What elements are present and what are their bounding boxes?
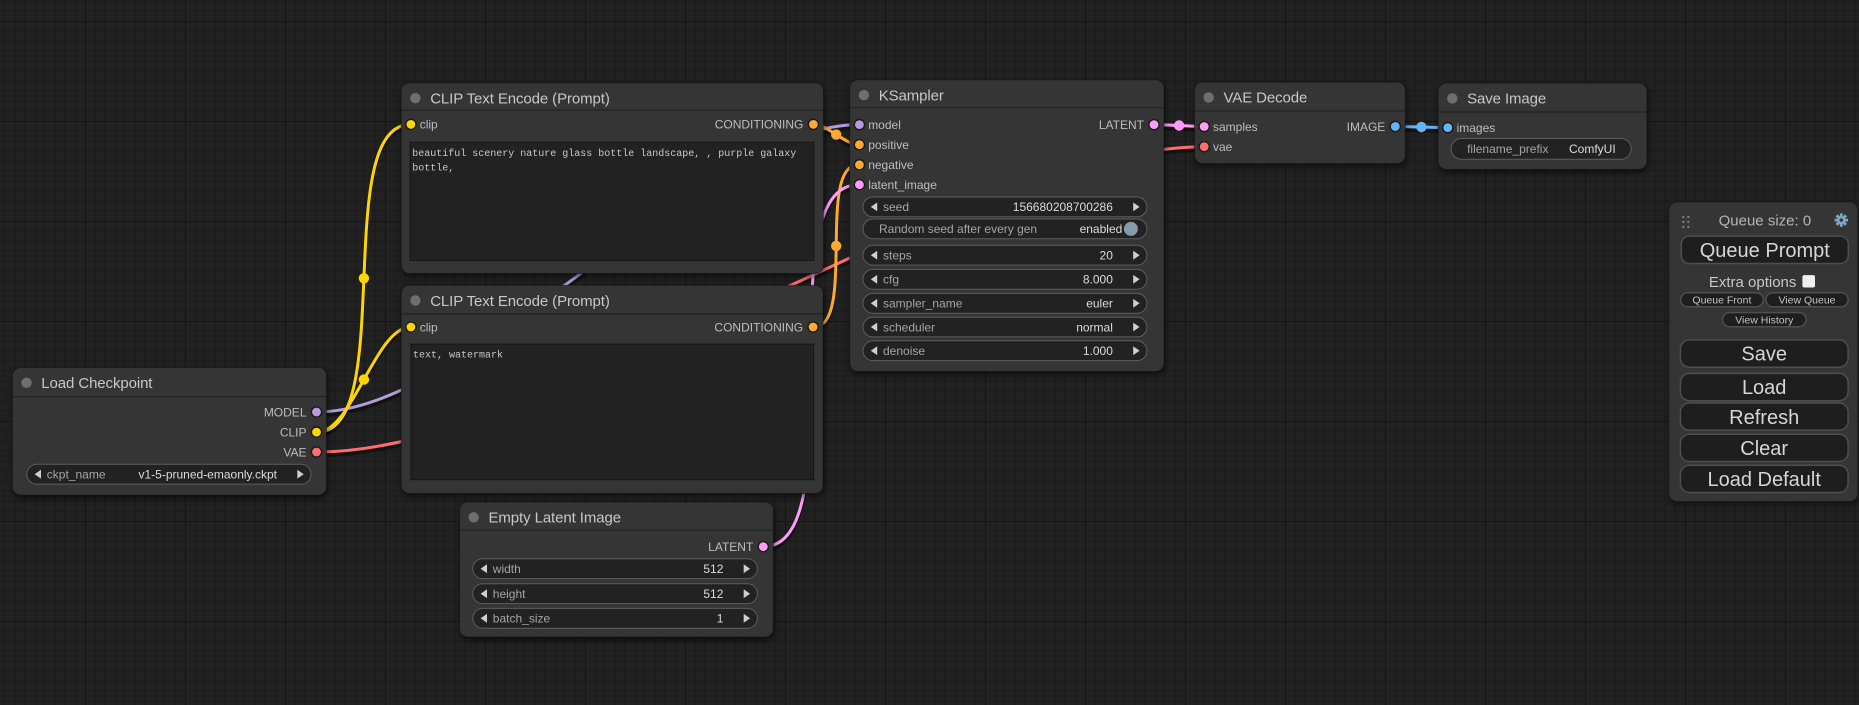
svg-text:LATENT: LATENT <box>1099 118 1145 132</box>
svg-text:clip: clip <box>420 320 438 334</box>
svg-text:156680208700286: 156680208700286 <box>1013 200 1113 214</box>
svg-text:Queue Front: Queue Front <box>1692 295 1751 307</box>
svg-text:512: 512 <box>703 587 723 601</box>
svg-text:Load Default: Load Default <box>1707 469 1821 491</box>
svg-text:Queue size: 0: Queue size: 0 <box>1719 213 1812 230</box>
svg-text:CONDITIONING: CONDITIONING <box>715 118 804 132</box>
svg-text:batch_size: batch_size <box>493 612 551 626</box>
svg-text:enabled: enabled <box>1080 222 1123 236</box>
svg-text:CLIP Text Encode (Prompt): CLIP Text Encode (Prompt) <box>430 293 610 310</box>
svg-text:1.000: 1.000 <box>1083 344 1113 358</box>
svg-text:model: model <box>868 118 901 132</box>
svg-text:negative: negative <box>868 158 914 172</box>
svg-text:v1-5-pruned-emaonly.ckpt: v1-5-pruned-emaonly.ckpt <box>138 468 277 482</box>
svg-text:euler: euler <box>1086 297 1113 311</box>
svg-text:VAE Decode: VAE Decode <box>1224 90 1308 107</box>
svg-text:cfg: cfg <box>883 273 899 287</box>
svg-text:Random seed after every gen: Random seed after every gen <box>879 222 1037 236</box>
svg-text:samples: samples <box>1213 120 1258 134</box>
svg-text:clip: clip <box>420 118 438 132</box>
svg-text:normal: normal <box>1076 320 1113 334</box>
svg-text:View Queue: View Queue <box>1778 295 1835 307</box>
svg-text:sampler_name: sampler_name <box>883 297 963 311</box>
svg-text:Load: Load <box>1742 377 1787 399</box>
svg-text:8.000: 8.000 <box>1083 273 1113 287</box>
svg-text:positive: positive <box>868 138 909 152</box>
svg-text:scheduler: scheduler <box>883 320 935 334</box>
svg-text:KSampler: KSampler <box>879 88 944 105</box>
svg-text:IMAGE: IMAGE <box>1347 120 1386 134</box>
svg-text:CLIP Text Encode (Prompt): CLIP Text Encode (Prompt) <box>430 91 610 108</box>
svg-text:text, watermark: text, watermark <box>413 350 503 362</box>
svg-text:images: images <box>1457 121 1496 135</box>
svg-text:width: width <box>492 562 521 576</box>
svg-text:Save Image: Save Image <box>1467 91 1546 108</box>
svg-text:LATENT: LATENT <box>708 540 754 554</box>
svg-text:Refresh: Refresh <box>1729 407 1799 429</box>
svg-text:1: 1 <box>717 612 724 626</box>
svg-text:CONDITIONING: CONDITIONING <box>714 320 803 334</box>
svg-text:Extra options: Extra options <box>1709 274 1797 291</box>
svg-text:vae: vae <box>1213 140 1233 154</box>
svg-text:beautiful scenery nature glass: beautiful scenery nature glass bottle la… <box>412 148 796 160</box>
svg-text:Clear: Clear <box>1740 438 1788 460</box>
svg-text:height: height <box>493 587 526 601</box>
svg-text:Load Checkpoint: Load Checkpoint <box>41 375 153 392</box>
svg-text:CLIP: CLIP <box>280 425 307 439</box>
svg-text:steps: steps <box>883 249 912 263</box>
svg-text:Save: Save <box>1741 344 1787 366</box>
svg-text:Empty Latent Image: Empty Latent Image <box>489 510 621 527</box>
svg-text:ckpt_name: ckpt_name <box>47 468 106 482</box>
svg-text:filename_prefix: filename_prefix <box>1467 142 1548 156</box>
svg-text:View History: View History <box>1735 314 1794 326</box>
svg-text:MODEL: MODEL <box>264 405 307 419</box>
svg-text:512: 512 <box>703 562 723 576</box>
svg-text:denoise: denoise <box>883 344 925 358</box>
svg-text:latent_image: latent_image <box>868 178 937 192</box>
svg-text:Queue Prompt: Queue Prompt <box>1700 240 1831 262</box>
svg-text:ComfyUI: ComfyUI <box>1569 142 1616 156</box>
svg-text:bottle,: bottle, <box>412 163 454 175</box>
svg-text:seed: seed <box>883 200 909 214</box>
svg-text:VAE: VAE <box>283 445 306 459</box>
svg-text:20: 20 <box>1100 249 1114 263</box>
